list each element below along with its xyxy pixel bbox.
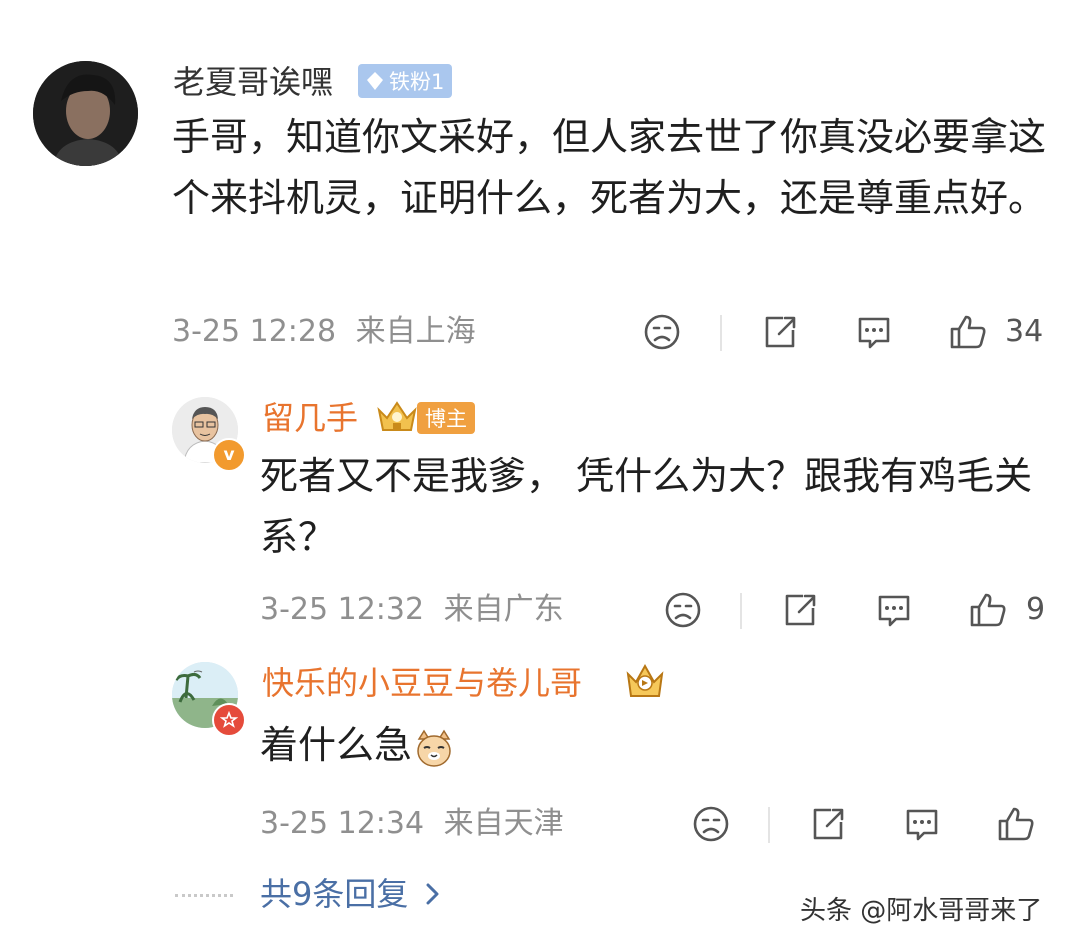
blogger-badge: 博主 bbox=[417, 402, 475, 434]
like-count: 9 bbox=[1026, 592, 1046, 627]
username[interactable]: 留几手 bbox=[262, 398, 358, 438]
thumbs-up-icon bbox=[950, 315, 986, 349]
more-replies-link[interactable]: 共9条回复 bbox=[260, 873, 444, 915]
share-button[interactable] bbox=[806, 802, 850, 846]
comment-meta: 3-25 12:32 来自广东 bbox=[260, 590, 564, 630]
reply-button[interactable] bbox=[900, 802, 944, 846]
chevron-right-icon bbox=[426, 883, 439, 905]
like-count: 34 bbox=[1005, 314, 1044, 349]
divider bbox=[768, 807, 770, 843]
timestamp: 3-25 12:28 bbox=[172, 314, 337, 349]
comment-text: 死者又不是我爹， 凭什么为大？跟我有鸡毛关系？ bbox=[260, 454, 1033, 559]
member-badge bbox=[212, 703, 246, 737]
divider bbox=[720, 315, 722, 351]
dotted-divider bbox=[175, 894, 233, 897]
crown-icon bbox=[375, 398, 419, 436]
comment-text: 着什么急 bbox=[260, 715, 454, 776]
verified-badge: v bbox=[212, 438, 246, 472]
star-icon bbox=[220, 711, 238, 728]
fan-badge: 铁粉1 bbox=[358, 64, 453, 98]
dislike-button[interactable] bbox=[661, 588, 705, 632]
comment-icon bbox=[858, 317, 890, 349]
reply-button[interactable] bbox=[872, 588, 916, 632]
timestamp: 3-25 12:34 bbox=[260, 806, 425, 841]
comment-text: 手哥，知道你文采好，但人家去世了你真没必要拿这个来抖机灵，证明什么，死者为大，还… bbox=[172, 115, 1047, 220]
thumbs-up-icon bbox=[998, 807, 1034, 841]
timestamp: 3-25 12:32 bbox=[260, 592, 425, 627]
share-icon bbox=[785, 594, 816, 626]
location: 来自广东 bbox=[443, 592, 564, 627]
share-button[interactable] bbox=[778, 588, 822, 632]
sad-face-icon bbox=[644, 314, 680, 350]
diamond-icon bbox=[367, 72, 383, 90]
dislike-button[interactable] bbox=[640, 310, 684, 354]
vip-crown-icon bbox=[622, 658, 668, 702]
dislike-button[interactable] bbox=[689, 802, 733, 846]
comment-icon bbox=[878, 595, 910, 627]
username[interactable]: 快乐的小豆豆与卷儿哥 bbox=[262, 663, 582, 703]
sad-face-icon bbox=[693, 806, 729, 842]
like-button[interactable] bbox=[994, 802, 1038, 846]
share-button[interactable] bbox=[758, 310, 802, 354]
like-button[interactable] bbox=[966, 588, 1010, 632]
fan-badge-label: 铁粉1 bbox=[389, 70, 445, 94]
username[interactable]: 老夏哥诶嘿 bbox=[173, 62, 333, 102]
sad-face-icon bbox=[665, 592, 701, 628]
comment-meta: 3-25 12:34 来自天津 bbox=[260, 804, 564, 844]
cat-emoji-icon bbox=[414, 726, 454, 767]
blogger-badge-label: 博主 bbox=[425, 407, 467, 431]
share-icon bbox=[813, 808, 844, 840]
share-icon bbox=[765, 316, 796, 348]
avatar[interactable] bbox=[33, 61, 138, 166]
location: 来自上海 bbox=[355, 314, 476, 349]
watermark: 头条 @阿水哥哥来了 bbox=[800, 896, 1043, 926]
location: 来自天津 bbox=[443, 806, 564, 841]
like-button[interactable] bbox=[946, 310, 990, 354]
comment-icon bbox=[906, 809, 938, 841]
divider bbox=[740, 593, 742, 629]
reply-button[interactable] bbox=[852, 310, 896, 354]
thumbs-up-icon bbox=[970, 593, 1006, 627]
comment-meta: 3-25 12:28 来自上海 bbox=[172, 312, 476, 352]
